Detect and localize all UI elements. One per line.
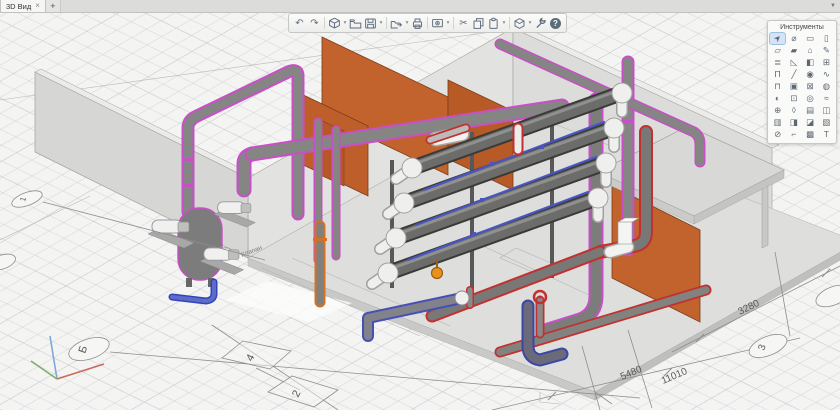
view-icon [431, 17, 444, 30]
copy-button[interactable] [471, 16, 486, 31]
paste-icon [487, 17, 500, 30]
model-box-icon [513, 17, 526, 30]
section-marker-4[interactable]: 4 [222, 341, 291, 369]
open-button[interactable] [348, 16, 363, 31]
z-axis [50, 336, 57, 379]
wall-tool[interactable]: ▭ [803, 33, 818, 44]
save-caret[interactable]: ▾ [378, 20, 384, 26]
tab-bar: 3D Вид × + ▼ [0, 0, 840, 13]
route-tool[interactable]: ⌐ [786, 129, 801, 140]
grid-bubble-partial-right [813, 281, 840, 311]
model-tools-button[interactable] [512, 16, 527, 31]
grid-tool[interactable]: ⊡ [786, 93, 801, 104]
stair-tool[interactable]: ≣ [770, 57, 785, 68]
copy-icon [472, 17, 485, 30]
plumbing-fixture-tool[interactable]: ◉ [803, 69, 818, 80]
tab-label: 3D Вид [6, 2, 31, 11]
save-button[interactable] [363, 16, 378, 31]
redo-button[interactable]: ↷ [307, 16, 322, 31]
y-axis [57, 364, 104, 379]
isolate-tool[interactable]: ⊘ [770, 129, 785, 140]
undo-icon: ↶ [295, 18, 303, 29]
slab-tool[interactable]: ▰ [786, 45, 801, 56]
dimension-tool[interactable]: ◎ [803, 93, 818, 104]
paste-button[interactable] [486, 16, 501, 31]
cut-button[interactable]: ✂ [456, 16, 471, 31]
printer-icon [411, 17, 424, 30]
help-button[interactable]: ? [548, 16, 563, 31]
panel-tool[interactable]: ▣ [786, 81, 801, 92]
print-button[interactable] [410, 16, 425, 31]
tab-close-icon[interactable]: × [35, 2, 40, 10]
door-tool[interactable]: ◧ [803, 57, 818, 68]
export-icon [390, 17, 403, 30]
duct-fitting-tool[interactable]: ▤ [803, 105, 818, 116]
equipment-tool[interactable]: ⊓ [770, 81, 785, 92]
tab-3d-view[interactable]: 3D Вид × [0, 0, 46, 12]
new-tab-button[interactable]: + [46, 0, 61, 12]
section-tool[interactable]: ◫ [819, 105, 834, 116]
project-menu-button[interactable] [327, 16, 342, 31]
help-icon: ? [550, 18, 561, 29]
group-tool[interactable]: ▩ [803, 129, 818, 140]
grid-bubble-1[interactable]: 1 [10, 187, 45, 210]
railing-tool[interactable]: Π [770, 69, 785, 80]
floppy-icon [364, 17, 377, 30]
hatch-tool[interactable]: ≈ [819, 93, 834, 104]
view-tool[interactable]: ◪ [803, 117, 818, 128]
ramp-tool[interactable]: ◺ [786, 57, 801, 68]
level-tool[interactable]: ◐ [770, 93, 785, 104]
paste-caret[interactable]: ▾ [501, 20, 507, 26]
project-cube-icon [328, 17, 341, 30]
redo-icon: ↷ [310, 18, 318, 29]
scissors-icon: ✂ [459, 18, 467, 29]
column-tool[interactable]: ▯ [819, 33, 834, 44]
pipe-fitting-tool[interactable]: ◊ [786, 105, 801, 116]
scene-canvas[interactable]: Клапан [0, 0, 840, 410]
toolbar-separator [509, 17, 510, 29]
wrench-icon [534, 17, 547, 30]
tools-grid: ➤⌀▭▯ ▱▰⌂✎ ≣◺◧⊞ Π╱◉∿ ⊓▣⊠◍ ◐⊡◎≈ ⊕◊▤◫ ▥◨◪▧ ⊘⌐▩T [770, 33, 834, 140]
grid-bubble-3[interactable]: 3 [746, 330, 790, 363]
visual-style-caret[interactable]: ▾ [445, 20, 451, 26]
beam-tool[interactable]: ✎ [819, 45, 834, 56]
opening-tool[interactable]: ⊠ [803, 81, 818, 92]
duct-tool[interactable]: ∿ [819, 69, 834, 80]
grid-bubble-partial-left [0, 251, 17, 273]
export-button[interactable] [389, 16, 404, 31]
tool-palette: Инструменты ➤⌀▭▯ ▱▰⌂✎ ≣◺◧⊞ Π╱◉∿ ⊓▣⊠◍ ◐⊡◎≈ ⊕◊▤◫… [767, 20, 837, 144]
select-tool[interactable]: ➤ [770, 33, 785, 44]
camera-tool[interactable]: ◨ [786, 117, 801, 128]
palette-title: Инструменты [770, 24, 834, 31]
folder-icon [349, 17, 362, 30]
dim-text-11010: 11010 [660, 366, 690, 387]
toolbar-separator [427, 17, 428, 29]
elevation-tool[interactable]: ▥ [770, 117, 785, 128]
tab-overflow-icon[interactable]: ▼ [826, 0, 840, 12]
measure-tool[interactable]: ⌀ [786, 33, 801, 44]
x-axis [31, 361, 57, 379]
roof-tool[interactable]: ⌂ [803, 45, 818, 56]
toolbar-separator [324, 17, 325, 29]
section-marker-2[interactable]: 2 [268, 376, 338, 407]
application-window: { "tab_bar": { "active_tab": "3D Вид", "… [0, 0, 840, 410]
pipe-tool[interactable]: ⊕ [770, 105, 785, 116]
settings-button[interactable] [533, 16, 548, 31]
grid-bubble-b[interactable]: Б [66, 333, 112, 365]
text-tool[interactable]: T [819, 129, 834, 140]
line-tool[interactable]: ╱ [786, 69, 801, 80]
main-toolbar: ↶ ↷ ▾ ▾ ▾ ▾ ✂ ▾ ▾ ? [288, 13, 567, 33]
window-tool[interactable]: ⊞ [819, 57, 834, 68]
mesh-tool[interactable]: ▧ [819, 117, 834, 128]
visual-style-button[interactable] [430, 16, 445, 31]
undo-button[interactable]: ↶ [292, 16, 307, 31]
floor-tool[interactable]: ▱ [770, 45, 785, 56]
room-tool[interactable]: ◍ [819, 81, 834, 92]
toolbar-separator [453, 17, 454, 29]
toolbar-separator [386, 17, 387, 29]
